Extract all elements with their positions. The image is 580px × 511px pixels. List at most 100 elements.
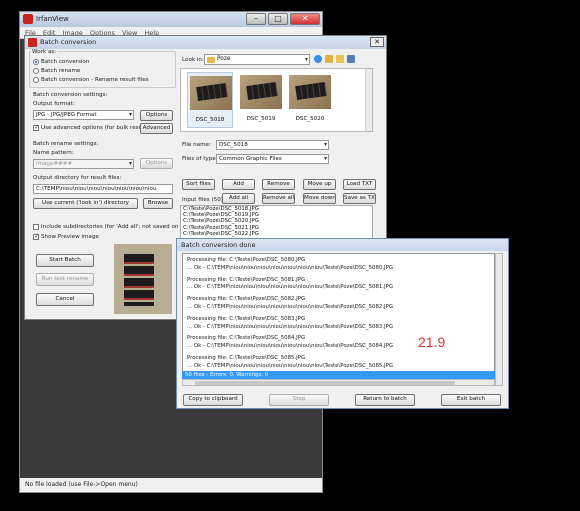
look-in-select[interactable]: Poze: [204, 54, 310, 65]
log-line: ... Ok - C:\TEMP\niou\niou\niou\niou\nio…: [187, 323, 394, 330]
log-line: ... Ok - C:\TEMP\niou\niou\niou\niou\nio…: [187, 284, 394, 291]
rename-options-button[interactable]: Options: [140, 158, 173, 169]
main-title-bar: IrfanView – □ ✕: [20, 12, 322, 27]
log-line: Processing file: C:\Teste\Poze\DSC_5081.…: [187, 276, 306, 283]
cancel-button[interactable]: Cancel: [36, 293, 94, 306]
batch-app-icon: [28, 38, 37, 47]
view-menu-icon[interactable]: [347, 55, 355, 63]
output-directory-field[interactable]: C:\TEMP\niou\niou\niou\niou\niou\niou\ni…: [33, 184, 173, 194]
minimize-button[interactable]: –: [246, 13, 266, 25]
thumbnail-caption: DSC_5018: [195, 117, 225, 123]
advanced-button[interactable]: Advanced: [140, 123, 173, 134]
log-line: ... Ok - C:\TEMP\niou\niou\niou\niou\nio…: [187, 362, 394, 369]
save-as-txt-button[interactable]: Save as TXT: [343, 193, 376, 204]
thumbnail-view: DSC_5018 DSC_5019 DSC_5020: [180, 68, 373, 132]
close-button[interactable]: ✕: [290, 13, 320, 25]
log-line: ... Ok - C:\TEMP\niou\niou\niou\niou\nio…: [187, 343, 394, 350]
radio-batch-conversion[interactable]: [33, 59, 39, 65]
log-vertical-scrollbar[interactable]: [495, 253, 503, 386]
conversion-settings-label: Batch conversion settings:: [33, 92, 108, 98]
file-name-label: File name:: [182, 142, 211, 148]
name-pattern-label: Name pattern:: [33, 150, 74, 156]
thumbnail-image: [289, 75, 331, 109]
move-down-button[interactable]: Move down: [303, 193, 336, 204]
batch-done-dialog: Batch conversion done Processing file: C…: [176, 238, 509, 409]
main-window-title: IrfanView: [36, 15, 69, 23]
add-all-button[interactable]: Add all: [222, 193, 255, 204]
rename-settings-label: Batch rename settings:: [33, 141, 99, 147]
preview-image: [114, 244, 172, 314]
look-in-label: Look in:: [182, 57, 204, 63]
log-line: Processing file: C:\Teste\Poze\DSC_5084.…: [187, 335, 306, 342]
result-summary[interactable]: 50 files - Errors: 0, Warnings: 0: [182, 371, 495, 379]
overlay-value: 21.9: [418, 334, 446, 350]
thumbnail-item[interactable]: DSC_5020: [287, 72, 333, 128]
look-in-value: Poze: [217, 56, 231, 62]
include-subdirs-label: Include subdirectories (for 'Add all'; n…: [41, 224, 193, 230]
batch-close-button[interactable]: ✕: [370, 37, 384, 47]
show-preview-label: Show Preview image: [41, 234, 99, 240]
batch-dialog-title: Batch conversion: [40, 38, 97, 46]
file-name-field[interactable]: DSC_5018: [216, 140, 329, 150]
batch-title-bar: Batch conversion ✕: [25, 36, 386, 49]
thumbnail-scrollbar[interactable]: [365, 69, 372, 131]
thumbnail-item[interactable]: DSC_5018: [187, 72, 233, 128]
name-pattern-field[interactable]: image####: [33, 159, 134, 169]
conversion-log[interactable]: Processing file: C:\Teste\Poze\DSC_5080.…: [182, 253, 495, 375]
log-line: Processing file: C:\Teste\Poze\DSC_5080.…: [187, 257, 306, 263]
radio-batch-rename-label: Batch rename: [41, 68, 81, 74]
maximize-button[interactable]: □: [268, 13, 288, 25]
up-folder-icon[interactable]: [325, 55, 333, 63]
input-files-label: Input files (50) :: [182, 197, 227, 203]
work-as-label: Work as:: [31, 49, 58, 55]
remove-button[interactable]: Remove: [262, 179, 295, 190]
log-line: Processing file: C:\Teste\Poze\DSC_5085.…: [187, 354, 306, 361]
done-dialog-title: Batch conversion done: [181, 241, 256, 249]
format-options-button[interactable]: Options: [140, 110, 173, 121]
use-current-directory-button[interactable]: Use current ('look in') directory: [33, 198, 138, 209]
sort-files-button[interactable]: Sort files: [182, 179, 215, 190]
input-files-list[interactable]: C:\Teste\Poze\DSC_5018.JPG C:\Teste\Poze…: [180, 205, 373, 240]
return-to-batch-button[interactable]: Return to batch: [355, 394, 415, 406]
irfanview-logo-icon: [23, 14, 33, 24]
radio-batch-rename[interactable]: [33, 68, 39, 74]
back-icon[interactable]: [314, 55, 322, 63]
thumbnail-caption: DSC_5020: [295, 116, 325, 122]
advanced-options-checkbox[interactable]: ✓: [33, 125, 39, 131]
log-horizontal-scrollbar[interactable]: [182, 379, 495, 386]
files-of-type-label: Files of type:: [182, 156, 218, 162]
folder-icon: [207, 57, 215, 63]
exit-batch-button[interactable]: Exit batch: [441, 394, 501, 406]
include-subdirs-checkbox[interactable]: [33, 224, 39, 230]
thumbnail-image: [240, 75, 282, 109]
remove-all-button[interactable]: Remove all: [262, 193, 295, 204]
copy-to-clipboard-button[interactable]: Copy to clipboard: [183, 394, 243, 406]
radio-conversion-rename-label: Batch conversion - Rename result files: [41, 77, 149, 83]
thumbnail-caption: DSC_5019: [246, 116, 276, 122]
log-line: ... Ok - C:\TEMP\niou\niou\niou\niou\nio…: [187, 264, 394, 271]
move-up-button[interactable]: Move up: [303, 179, 336, 190]
scrollbar-thumb[interactable]: [195, 381, 455, 385]
load-txt-button[interactable]: Load TXT: [343, 179, 376, 190]
output-format-label: Output format:: [33, 101, 75, 107]
output-format-select[interactable]: JPG - JPG/JPEG Format: [33, 110, 134, 120]
radio-batch-conversion-label: Batch conversion: [41, 59, 90, 65]
log-line: Processing file: C:\Teste\Poze\DSC_5083.…: [187, 315, 306, 322]
log-line: Processing file: C:\Teste\Poze\DSC_5082.…: [187, 296, 306, 303]
browse-button[interactable]: Browse: [143, 198, 173, 209]
files-of-type-select[interactable]: Common Graphic Files: [216, 154, 329, 164]
thumbnail-image: [190, 76, 232, 110]
done-title-bar: Batch conversion done: [177, 239, 508, 251]
show-preview-checkbox[interactable]: ✓: [33, 234, 39, 240]
radio-conversion-rename[interactable]: [33, 77, 39, 83]
output-directory-label: Output directory for result files:: [33, 175, 122, 181]
run-test-rename-button[interactable]: Run test rename: [36, 273, 94, 286]
main-status-bar: No file loaded (use File->Open menu): [20, 478, 322, 492]
stop-button[interactable]: Stop: [269, 394, 329, 406]
new-folder-icon[interactable]: [336, 55, 344, 63]
thumbnail-item[interactable]: DSC_5019: [238, 72, 284, 128]
list-item[interactable]: C:\Teste\Poze\DSC_5022.JPG: [181, 231, 372, 237]
add-button[interactable]: Add: [222, 179, 255, 190]
advanced-options-label: Use advanced options (for bulk resize...…: [41, 125, 155, 131]
start-batch-button[interactable]: Start Batch: [36, 254, 94, 267]
